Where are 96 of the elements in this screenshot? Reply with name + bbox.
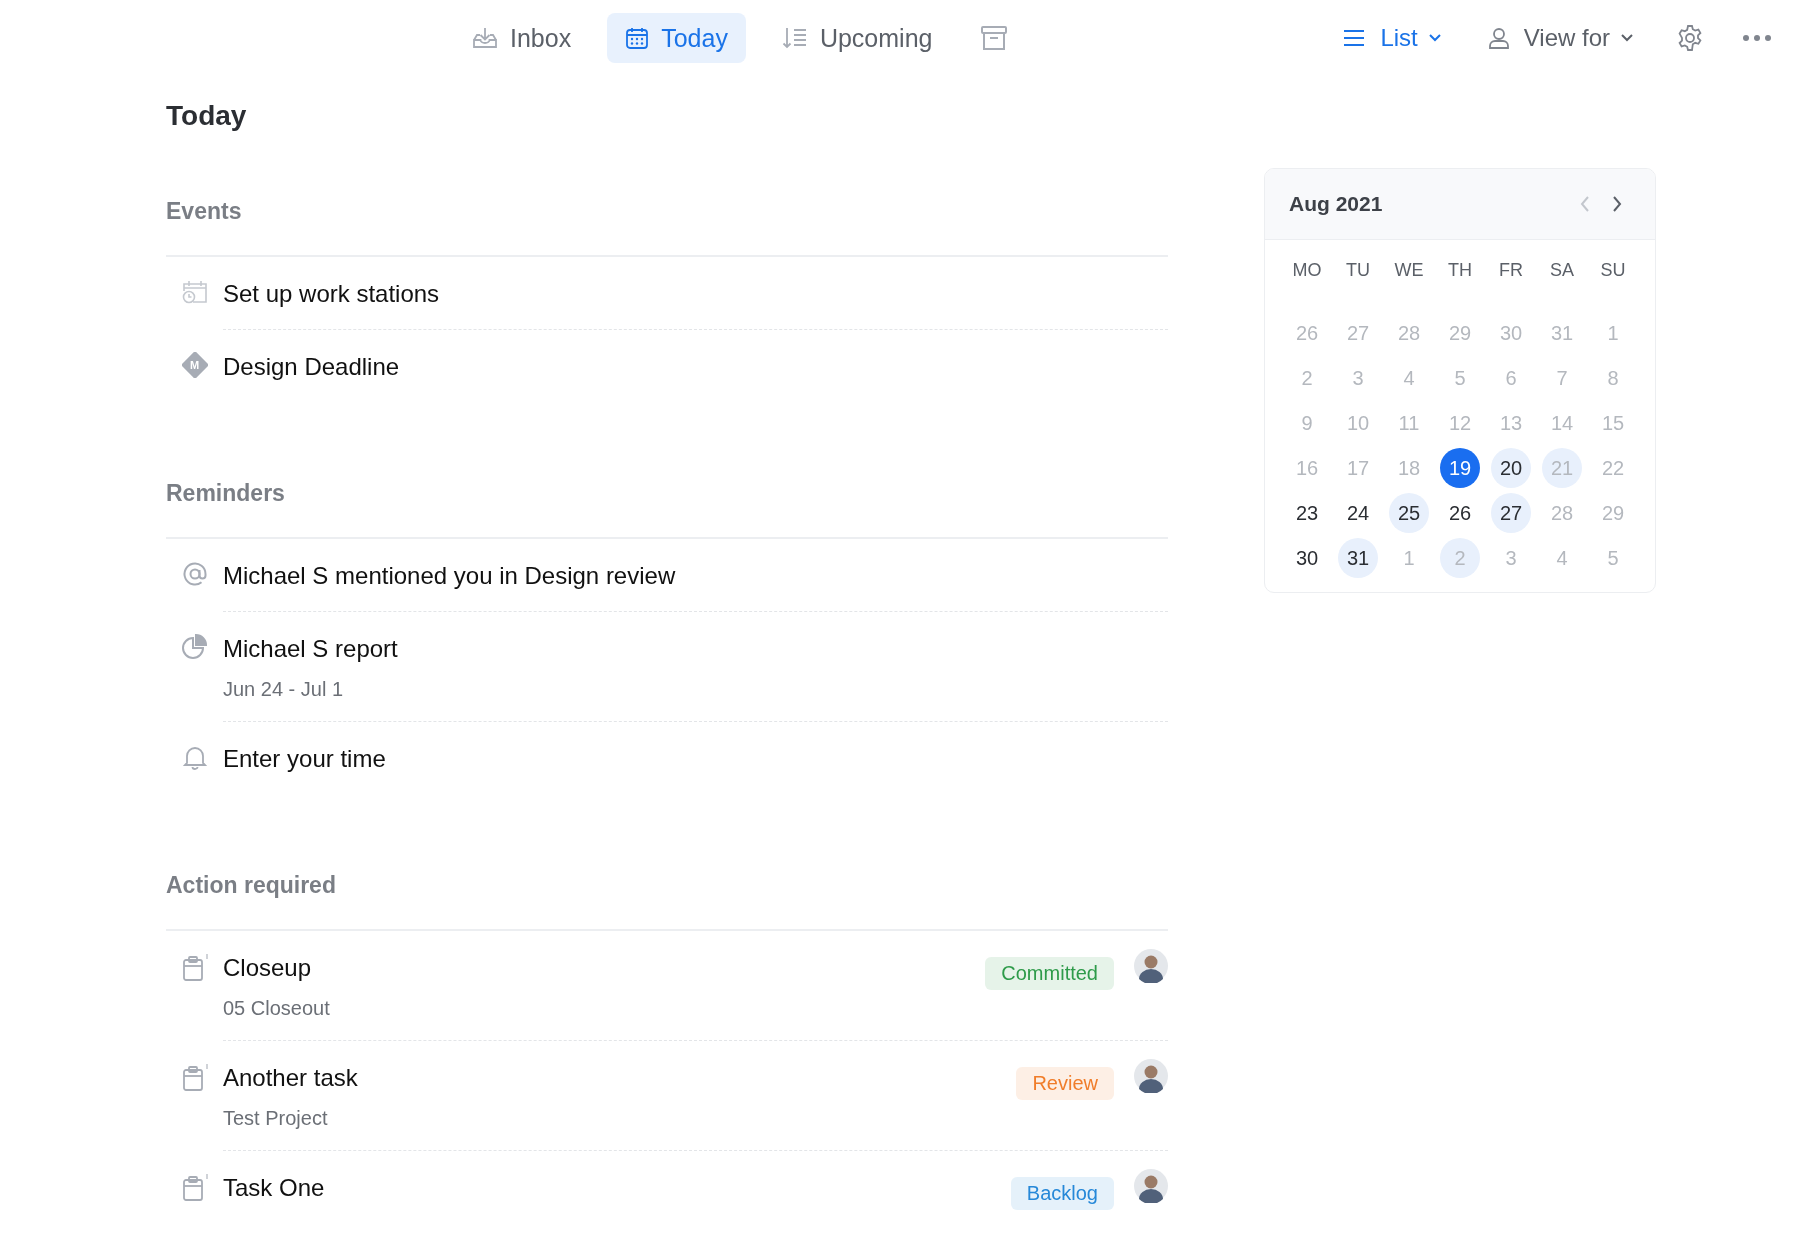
caret-icon	[1620, 33, 1634, 43]
calendar-day[interactable]: 7	[1542, 358, 1582, 398]
calendar-day[interactable]: 29	[1593, 493, 1633, 533]
calendar-clock-icon	[181, 279, 208, 305]
calendar-day[interactable]: 8	[1593, 358, 1633, 398]
calendar-day[interactable]: 25	[1389, 493, 1429, 533]
calendar-day[interactable]: 4	[1542, 538, 1582, 578]
calendar-day[interactable]: 20	[1491, 448, 1531, 488]
calendar-day[interactable]: 15	[1593, 403, 1633, 443]
item-title[interactable]: Michael S mentioned you in Design review	[223, 561, 1168, 591]
month-title: Aug 2021	[1289, 192, 1384, 216]
sort-icon	[781, 26, 808, 50]
bell-icon	[181, 744, 208, 770]
weekday-label: TU	[1345, 260, 1371, 282]
calendar-day[interactable]: 31	[1542, 313, 1582, 353]
calendar-day[interactable]: 23	[1287, 493, 1327, 533]
item-title[interactable]: Enter your time	[223, 744, 1168, 774]
calendar-day[interactable]: 3	[1338, 358, 1378, 398]
weekday-label: FR	[1498, 260, 1524, 282]
pie-chart-icon	[181, 634, 208, 660]
calendar-day[interactable]: 16	[1287, 448, 1327, 488]
calendar-day[interactable]: 26	[1440, 493, 1480, 533]
clipboard-icon	[180, 1063, 209, 1093]
calendar-day[interactable]: 31	[1338, 538, 1378, 578]
avatar	[1134, 1169, 1168, 1203]
weekday-label: SU	[1599, 260, 1627, 282]
calendar-day[interactable]: 28	[1389, 313, 1429, 353]
calendar-day[interactable]: 11	[1389, 403, 1429, 443]
avatar	[1134, 949, 1168, 983]
status-tag: Committed	[985, 957, 1114, 990]
calendar-day[interactable]: 12	[1440, 403, 1480, 443]
list-icon	[1342, 28, 1367, 48]
status-tag: Backlog	[1010, 1177, 1114, 1210]
calendar-day[interactable]: 1	[1389, 538, 1429, 578]
calendar-day[interactable]: 10	[1338, 403, 1378, 443]
item-title[interactable]: Closeup	[223, 953, 986, 983]
item-title[interactable]: Another task	[223, 1063, 1017, 1093]
person-icon	[1487, 27, 1510, 49]
calendar-day[interactable]: 19	[1440, 448, 1480, 488]
calendar-day[interactable]: 22	[1593, 448, 1633, 488]
calendar-day[interactable]: 27	[1338, 313, 1378, 353]
calendar-day[interactable]: 4	[1389, 358, 1429, 398]
more-icon[interactable]	[1742, 34, 1772, 42]
clipboard-icon	[180, 1173, 209, 1203]
calendar-day[interactable]: 5	[1440, 358, 1480, 398]
calendar-day[interactable]: 5	[1593, 538, 1633, 578]
nav-tab[interactable]: Upcoming	[769, 13, 945, 63]
calendar-day[interactable]: 2	[1440, 538, 1480, 578]
calendar-day[interactable]: 3	[1491, 538, 1531, 578]
weekday-label: MO	[1291, 260, 1323, 282]
calendar-day[interactable]: 14	[1542, 403, 1582, 443]
item-title[interactable]: Michael S report	[223, 634, 1168, 664]
calendar-day[interactable]: 17	[1338, 448, 1378, 488]
at-sign-icon	[181, 561, 208, 587]
calendar-day[interactable]: 21	[1542, 448, 1582, 488]
section-heading: Action required	[166, 872, 1168, 931]
calendar-day[interactable]: 28	[1542, 493, 1582, 533]
section-heading: Events	[166, 198, 1168, 257]
weekday-label: SA	[1549, 260, 1575, 282]
calendar-icon	[625, 26, 650, 50]
avatar	[1134, 1059, 1168, 1093]
milestone-icon: M	[181, 352, 208, 378]
status-tag: Review	[1016, 1067, 1114, 1100]
calendar-day[interactable]: 2	[1287, 358, 1327, 398]
caret-icon	[1427, 33, 1442, 43]
item-subtitle: 05 Closeout	[223, 997, 331, 1020]
weekday-label: WE	[1393, 260, 1425, 282]
calendar-day[interactable]: 9	[1287, 403, 1327, 443]
calendar-day[interactable]: 26	[1287, 313, 1327, 353]
section-heading: Reminders	[166, 480, 1168, 539]
item-subtitle: Test Project	[223, 1107, 329, 1130]
calendar-day[interactable]: 27	[1491, 493, 1531, 533]
item-title[interactable]: Design Deadline	[223, 352, 1168, 382]
chevron-left-icon	[1579, 195, 1591, 213]
archive-icon	[980, 25, 1009, 51]
settings-icon[interactable]	[1676, 24, 1704, 52]
calendar-day[interactable]: 18	[1389, 448, 1429, 488]
calendar-day[interactable]: 6	[1491, 358, 1531, 398]
weekday-label: TH	[1447, 260, 1473, 282]
page-title: Today	[166, 100, 248, 132]
calendar-day[interactable]: 24	[1338, 493, 1378, 533]
calendar-day[interactable]: 30	[1287, 538, 1327, 578]
nav-tab[interactable]: Inbox	[460, 13, 584, 63]
calendar-day[interactable]: 13	[1491, 403, 1531, 443]
inbox-icon	[472, 26, 498, 50]
calendar-day[interactable]: 29	[1440, 313, 1480, 353]
calendar-day[interactable]: 30	[1491, 313, 1531, 353]
item-subtitle: Jun 24 - Jul 1	[223, 678, 345, 701]
view-for-dropdown[interactable]: View for	[1483, 20, 1638, 56]
chevron-right-icon	[1611, 195, 1623, 213]
view-mode-dropdown[interactable]: List	[1338, 20, 1446, 56]
item-title[interactable]: Set up work stations	[223, 279, 1168, 309]
item-title[interactable]: Task One	[223, 1173, 1011, 1203]
calendar-day[interactable]: 1	[1593, 313, 1633, 353]
clipboard-icon	[180, 953, 209, 983]
nav-tab[interactable]: Today	[607, 13, 746, 63]
